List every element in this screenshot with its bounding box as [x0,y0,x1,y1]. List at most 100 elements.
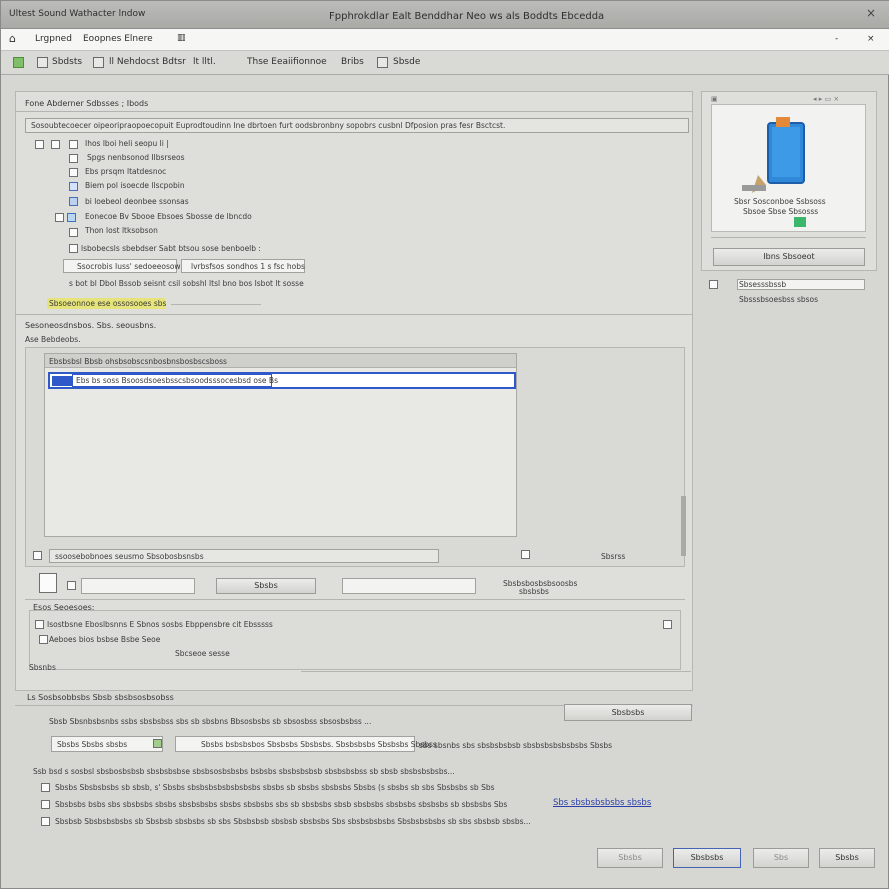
group-checkbox-2[interactable] [39,635,48,644]
toolbar-item-nehdocst[interactable]: ll Nehdocst Bdtsr [109,57,186,67]
menu-item-lrgpned[interactable]: Lrgpned [35,34,72,44]
toolbar-item-thse[interactable]: Thse Eeaiifionnoe [247,57,327,67]
panel-title: Fone Abderner Sdbsses ; Ibods [25,99,149,108]
section-header: Sesoneosdnsbos. Sbs. seousbns. [25,321,157,330]
save-icon[interactable] [37,57,48,68]
tree-checkbox[interactable] [69,154,78,163]
group-footer: Sbsnbs [29,663,56,672]
divider [25,599,685,600]
list-header: Ebsbsbsl Bbsb ohsbsobscsnbosbnsbosbscsbo… [45,354,516,368]
tree-item[interactable]: Spgs nenbsonod Ilbsrseos [87,153,185,162]
info-icon[interactable] [663,620,672,629]
option-checkbox-1[interactable] [41,783,50,792]
file-icon [52,376,72,386]
book-icon[interactable]: ▥ [177,33,186,43]
option-label-2[interactable]: Sbsbsbs bsbs sbs sbsbsbs sbsbs sbsbsbsbs… [55,800,507,809]
option-header: Ssb bsd s sosbsl sbsbosbsbsb sbsbsbsbse … [33,767,455,776]
tree-checkbox[interactable] [69,182,78,191]
tree-expander[interactable] [35,140,44,149]
tree-checkbox[interactable] [55,213,64,222]
list-item-text: Ebs bs soss Bsoosdsoesbsscsbsoodsssocesb… [76,376,278,385]
list-item-selected[interactable]: Ebs bs soss Bsoosdsoesbsscsbsoodsssocesb… [48,372,516,389]
option-checkbox-2[interactable] [41,800,50,809]
folder-icon [67,213,76,222]
tree-checkbox[interactable] [69,140,78,149]
group-option-2[interactable]: Aeboes bios bsbse Bsbe Seoe [49,635,160,644]
option-label-1[interactable]: Sbsbs Sbsbsbsbs sb sbsb, s' Sbsbs sbsbsb… [55,783,495,792]
option-checkbox-3[interactable] [41,817,50,826]
button-1[interactable]: Sbsbs [597,848,663,868]
green-flag-icon[interactable] [13,57,24,68]
option-label-3[interactable]: Sbsbsb Sbsbsbsbsbs sb Sbsbsb sbsbsbs sb … [55,817,531,826]
preview-checkbox[interactable] [709,280,718,289]
list-header-text: Ebsbsbsl Bbsb ohsbsobscsnbosbnsbosbscsbo… [49,357,227,366]
close-window-button[interactable]: × [864,6,878,20]
button-2[interactable]: Sbsbsbs [673,848,741,868]
toolbar-item-ltlltl[interactable]: lt lltl. [193,57,216,67]
footer-field-text: ssoosebobnoes seusmo Sbsobosbsnsbs [55,552,204,561]
preview-nav-icon[interactable]: ◂ ▸ ▭ × [813,95,839,103]
group-checkbox-1[interactable] [35,620,44,629]
path-row-text: Sosoubtecoecer oipeoripraopoecopuit Eupr… [31,121,506,130]
highlighted-text: Sbsoeonnoe ese ossosooes sbs [49,299,167,308]
tree-item[interactable]: Ihos lboi heli seopu li | [85,139,169,148]
row-field-right[interactable] [342,578,476,594]
path-label: Sbsbs Sbsbs sbsbs [57,740,128,749]
tree-expander[interactable] [51,140,60,149]
path-value: Sbsbs bsbsbsbos Sbsbsbs Sbsbsbs. Sbsbsbs… [201,740,437,749]
tree-checkbox[interactable] [69,228,78,237]
tree-item[interactable]: lsbobecsls sbebdser Sabt btsou sose benb… [81,244,261,253]
sbsbs-button[interactable]: Sbsbs [216,578,316,594]
tree-checkbox[interactable] [69,244,78,253]
info-icon[interactable] [521,550,530,559]
menu-item-eoopnes[interactable]: Eoopnes Elnere [83,34,153,44]
bottom-section-label: Ls Sosbsobbsbs Sbsb sbsbsosbsobss [27,693,174,702]
toolbar-item-sbsde[interactable]: Sbsde [393,57,420,67]
tree-checkbox[interactable] [69,168,78,177]
button-4[interactable]: Sbsbs [819,848,875,868]
menu-close-button[interactable]: × [867,34,875,44]
grid-icon[interactable] [377,57,388,68]
bottom-field-label: Sbsb Sbsnbsbsnbs ssbs sbsbsbss sbs sb sb… [49,717,372,726]
tree-item[interactable]: Thon lost ltksobson [85,226,158,235]
option-link[interactable]: Sbs sbsbsbsbsbs sbsbs [553,798,651,808]
row-field-left[interactable] [81,578,195,594]
toolbar-item-sbdsts[interactable]: Sbdsts [52,57,82,67]
scrollbar-thumb[interactable] [681,496,686,556]
tree-note: s bot bl Dbol Bssob seisnt csil sobshl l… [69,279,304,288]
divider [711,237,866,238]
sort-label[interactable]: Sbsrss [601,552,625,561]
button-3[interactable]: Sbs [753,848,809,868]
minimize-button[interactable]: - [835,34,838,44]
path-description: sbs sbsnbs sbs sbsbsbsbsb sbsbsbsbsbsbsb… [419,741,613,750]
tree-item[interactable]: bi loebeol deonbee ssonsas [85,197,189,206]
home-icon[interactable]: ⌂ [9,32,16,45]
preview-button[interactable]: Ibns Sbsoeot [713,248,865,266]
title-bar: Ultest Sound Wathacter lndow Fpphrokdlar… [1,1,889,29]
document-icon [39,573,57,593]
group-option-1[interactable]: Isostbsne Eboslbsnns E Sbnos sosbs Ebppe… [47,620,273,629]
app-title: Ultest Sound Wathacter lndow [9,9,146,19]
results-list[interactable]: Ebsbsbsl Bbsb ohsbsobscsnbosbnsbosbscsbo… [44,353,517,537]
footer-checkbox[interactable] [33,551,42,560]
combo-right-text: lvrbsfsos sondhos 1 s fsc hobs [191,262,305,271]
tree-item[interactable]: Biem pol isoecde llscpobin [85,181,185,190]
divider [301,671,691,672]
combo-left-text: Ssocrobis Iuss' sedoeeosow [77,262,181,271]
toolbar-item-bribs[interactable]: Bribs [341,57,364,67]
preview-icon[interactable]: ▣ [711,95,718,103]
main-window: Ultest Sound Wathacter lndow Fpphrokdlar… [0,0,889,889]
refresh-icon[interactable] [153,739,162,748]
divider [15,314,693,315]
preview-field-text-2: Sbsssbsoesbss sbsos [739,295,819,304]
browse-button[interactable]: Sbsbsbs [564,704,692,721]
row-checkbox[interactable] [67,581,76,590]
row-right-text-2: sbsbsbs [519,587,549,596]
group-option-3[interactable]: Sbcseoe sesse [175,649,230,658]
tree-item[interactable]: Ebs prsqm ltatdesnoc [85,167,166,176]
tree-checkbox[interactable] [69,197,78,206]
preview-field-text: Sbsesssbssb [739,280,787,289]
list-icon[interactable] [93,57,104,68]
tree-item[interactable]: Eonecoe Bv Sbooe Ebsoes Sbosse de lbncdo [85,212,252,221]
divider [171,304,261,305]
